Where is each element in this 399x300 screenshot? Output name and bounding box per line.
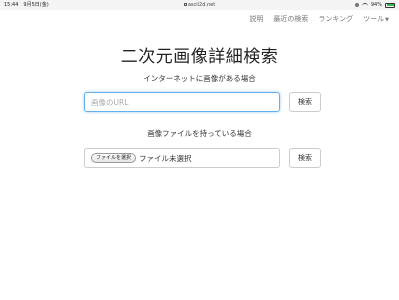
file-section-label: 画像ファイルを持っている場合 bbox=[147, 129, 252, 138]
status-bar: 15:44 9月5日(金) ascii2d.net 94% bbox=[0, 0, 399, 10]
nav-item-recent-searches[interactable]: 最近の検索 bbox=[273, 14, 308, 24]
battery-percent: 94% bbox=[370, 2, 382, 8]
nav-item-ranking[interactable]: ランキング bbox=[318, 14, 353, 24]
file-status-text: ファイル未選択 bbox=[139, 153, 192, 163]
url-search-button[interactable]: 検索 bbox=[289, 92, 321, 112]
file-input[interactable]: ファイルを選択 ファイル未選択 bbox=[84, 148, 280, 168]
nav-item-tools-label: ツール bbox=[363, 15, 385, 23]
image-url-input[interactable] bbox=[84, 92, 280, 112]
nav-item-help[interactable]: 説明 bbox=[249, 14, 263, 24]
nav-item-tools[interactable]: ツール▼ bbox=[363, 14, 389, 24]
status-right: 94% bbox=[354, 0, 395, 10]
battery-icon bbox=[385, 2, 395, 8]
address-bar[interactable]: ascii2d.net bbox=[0, 0, 399, 10]
chevron-down-icon: ▼ bbox=[385, 17, 389, 23]
wifi-icon bbox=[361, 3, 368, 7]
url-section-label: インターネットに画像がある場合 bbox=[143, 74, 256, 83]
address-text: ascii2d.net bbox=[187, 2, 216, 8]
location-icon bbox=[354, 3, 359, 7]
file-search-button[interactable]: 検索 bbox=[289, 148, 321, 168]
page-title: 二次元画像詳細検索 bbox=[120, 47, 279, 67]
top-nav: 説明 最近の検索 ランキング ツール▼ bbox=[249, 14, 389, 24]
lock-icon bbox=[183, 3, 187, 6]
choose-file-button[interactable]: ファイルを選択 bbox=[91, 153, 137, 163]
